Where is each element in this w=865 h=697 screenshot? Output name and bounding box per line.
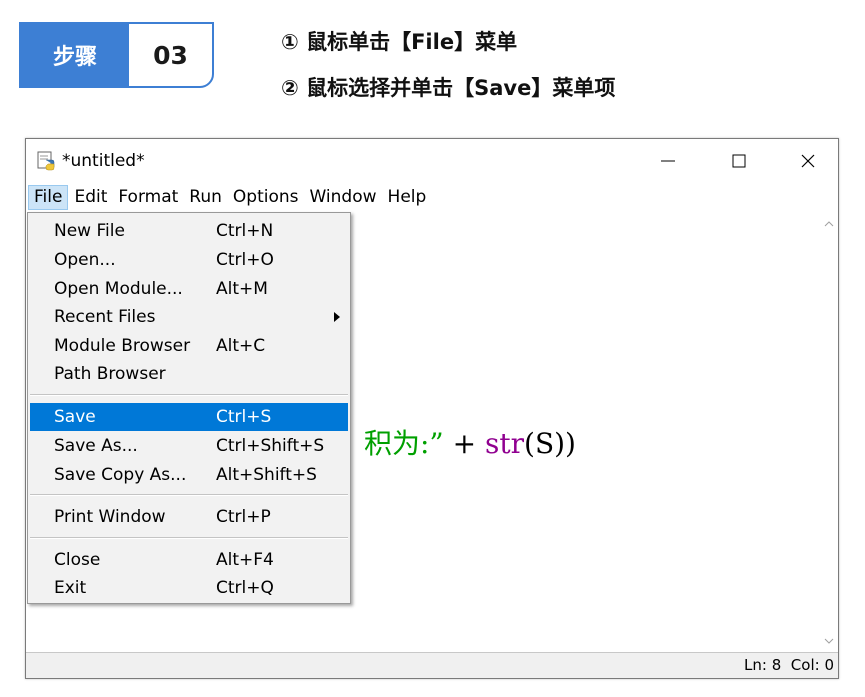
menu-item-print-window[interactable]: Print Window Ctrl+P <box>30 503 348 531</box>
menu-format[interactable]: Format <box>113 185 183 210</box>
menu-window[interactable]: Window <box>305 185 382 210</box>
menu-item-save-copy-as[interactable]: Save Copy As... Alt+Shift+S <box>30 461 348 489</box>
menu-help[interactable]: Help <box>383 185 432 210</box>
file-menu-dropdown: New File Ctrl+N Open... Ctrl+O Open Modu… <box>27 212 351 604</box>
menu-item-new-file[interactable]: New File Ctrl+N <box>30 217 348 245</box>
close-button[interactable] <box>778 139 838 183</box>
minimize-icon <box>661 160 675 162</box>
step-badge: 步骤 03 <box>19 22 214 88</box>
menu-separator <box>30 537 348 539</box>
menu-item-save-as[interactable]: Save As... Ctrl+Shift+S <box>30 432 348 460</box>
menu-item-exit[interactable]: Exit Ctrl+Q <box>30 574 348 602</box>
menu-item-save[interactable]: Save Ctrl+S <box>30 403 348 431</box>
instruction-1: ① 鼠标单击【File】菜单 <box>281 30 518 54</box>
code-operator: + <box>443 427 486 460</box>
menu-item-open[interactable]: Open... Ctrl+O <box>30 246 348 274</box>
title-bar[interactable]: *untitled* <box>26 139 838 183</box>
instruction-2: ② 鼠标选择并单击【Save】菜单项 <box>281 76 616 100</box>
menu-item-open-module[interactable]: Open Module... Alt+M <box>30 275 348 303</box>
vertical-scrollbar[interactable] <box>820 212 838 653</box>
menu-item-module-browser[interactable]: Module Browser Alt+C <box>30 332 348 360</box>
scroll-up-icon[interactable] <box>824 221 834 227</box>
python-idle-icon <box>37 151 55 171</box>
menu-run[interactable]: Run <box>184 185 227 210</box>
menu-separator <box>30 494 348 496</box>
code-args: (S)) <box>524 427 576 460</box>
instructions: ① 鼠标单击【File】菜单 ② 鼠标选择并单击【Save】菜单项 <box>281 22 615 108</box>
scroll-down-icon[interactable] <box>824 638 834 644</box>
window-title: *untitled* <box>62 151 145 171</box>
code-builtin: str <box>485 427 525 460</box>
menu-edit[interactable]: Edit <box>69 185 112 210</box>
code-string: 积为:” <box>364 427 444 460</box>
cursor-position: Ln: 8 Col: 0 <box>744 656 834 674</box>
step-label: 步骤 <box>21 24 129 86</box>
submenu-arrow-icon <box>334 312 340 322</box>
maximize-icon <box>732 154 746 168</box>
menu-item-close[interactable]: Close Alt+F4 <box>30 546 348 574</box>
menu-item-path-browser[interactable]: Path Browser <box>30 360 348 388</box>
code-line: 积为:” + str(S)) <box>364 422 576 462</box>
menu-options[interactable]: Options <box>228 185 304 210</box>
minimize-button[interactable] <box>638 139 698 183</box>
menu-separator <box>30 394 348 396</box>
menu-file[interactable]: File <box>28 185 69 210</box>
step-number: 03 <box>153 40 188 70</box>
close-icon <box>801 154 815 168</box>
menu-item-recent-files[interactable]: Recent Files <box>30 303 348 331</box>
menu-bar: File Edit Format Run Options Window Help <box>26 183 838 212</box>
maximize-button[interactable] <box>709 139 769 183</box>
status-bar: Ln: 8 Col: 0 <box>26 652 838 678</box>
